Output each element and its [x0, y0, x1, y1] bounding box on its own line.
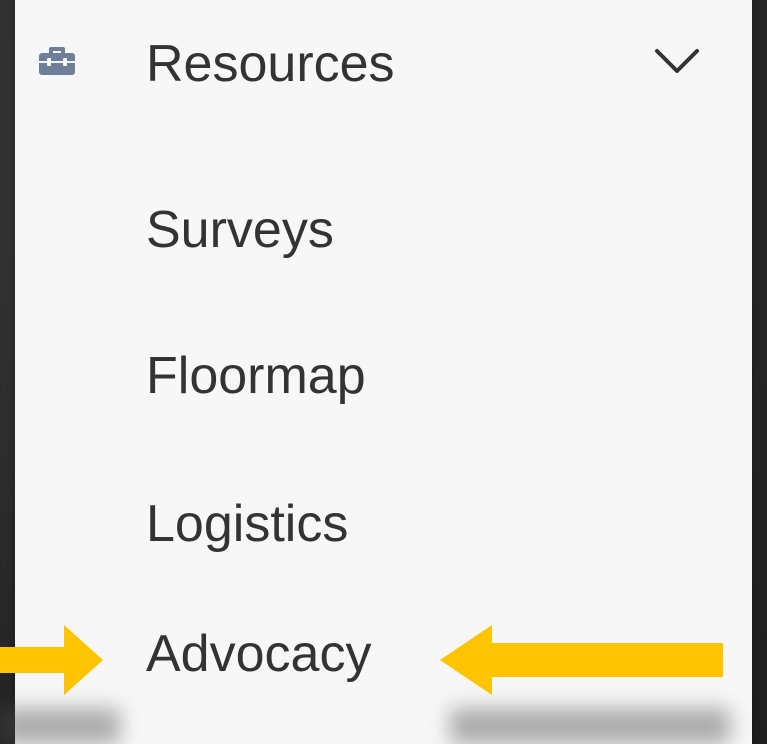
- menu-item-floormap[interactable]: Floormap: [146, 346, 366, 406]
- menu-item-logistics[interactable]: Logistics: [146, 494, 348, 554]
- right-arrow-icon: [0, 625, 103, 695]
- bottom-shadow-right: [450, 708, 730, 744]
- resources-header[interactable]: Resources: [15, 0, 752, 128]
- left-arrow-icon: [440, 625, 723, 695]
- toolbox-icon: [39, 47, 75, 75]
- bottom-shadow-left: [0, 708, 120, 744]
- menu-item-surveys[interactable]: Surveys: [146, 200, 334, 260]
- chevron-down-icon[interactable]: [649, 41, 705, 81]
- resources-header-label: Resources: [146, 35, 395, 93]
- menu-item-advocacy[interactable]: Advocacy: [146, 624, 371, 684]
- screenshot-frame: Resources Surveys Floormap Logistics Adv…: [0, 0, 767, 744]
